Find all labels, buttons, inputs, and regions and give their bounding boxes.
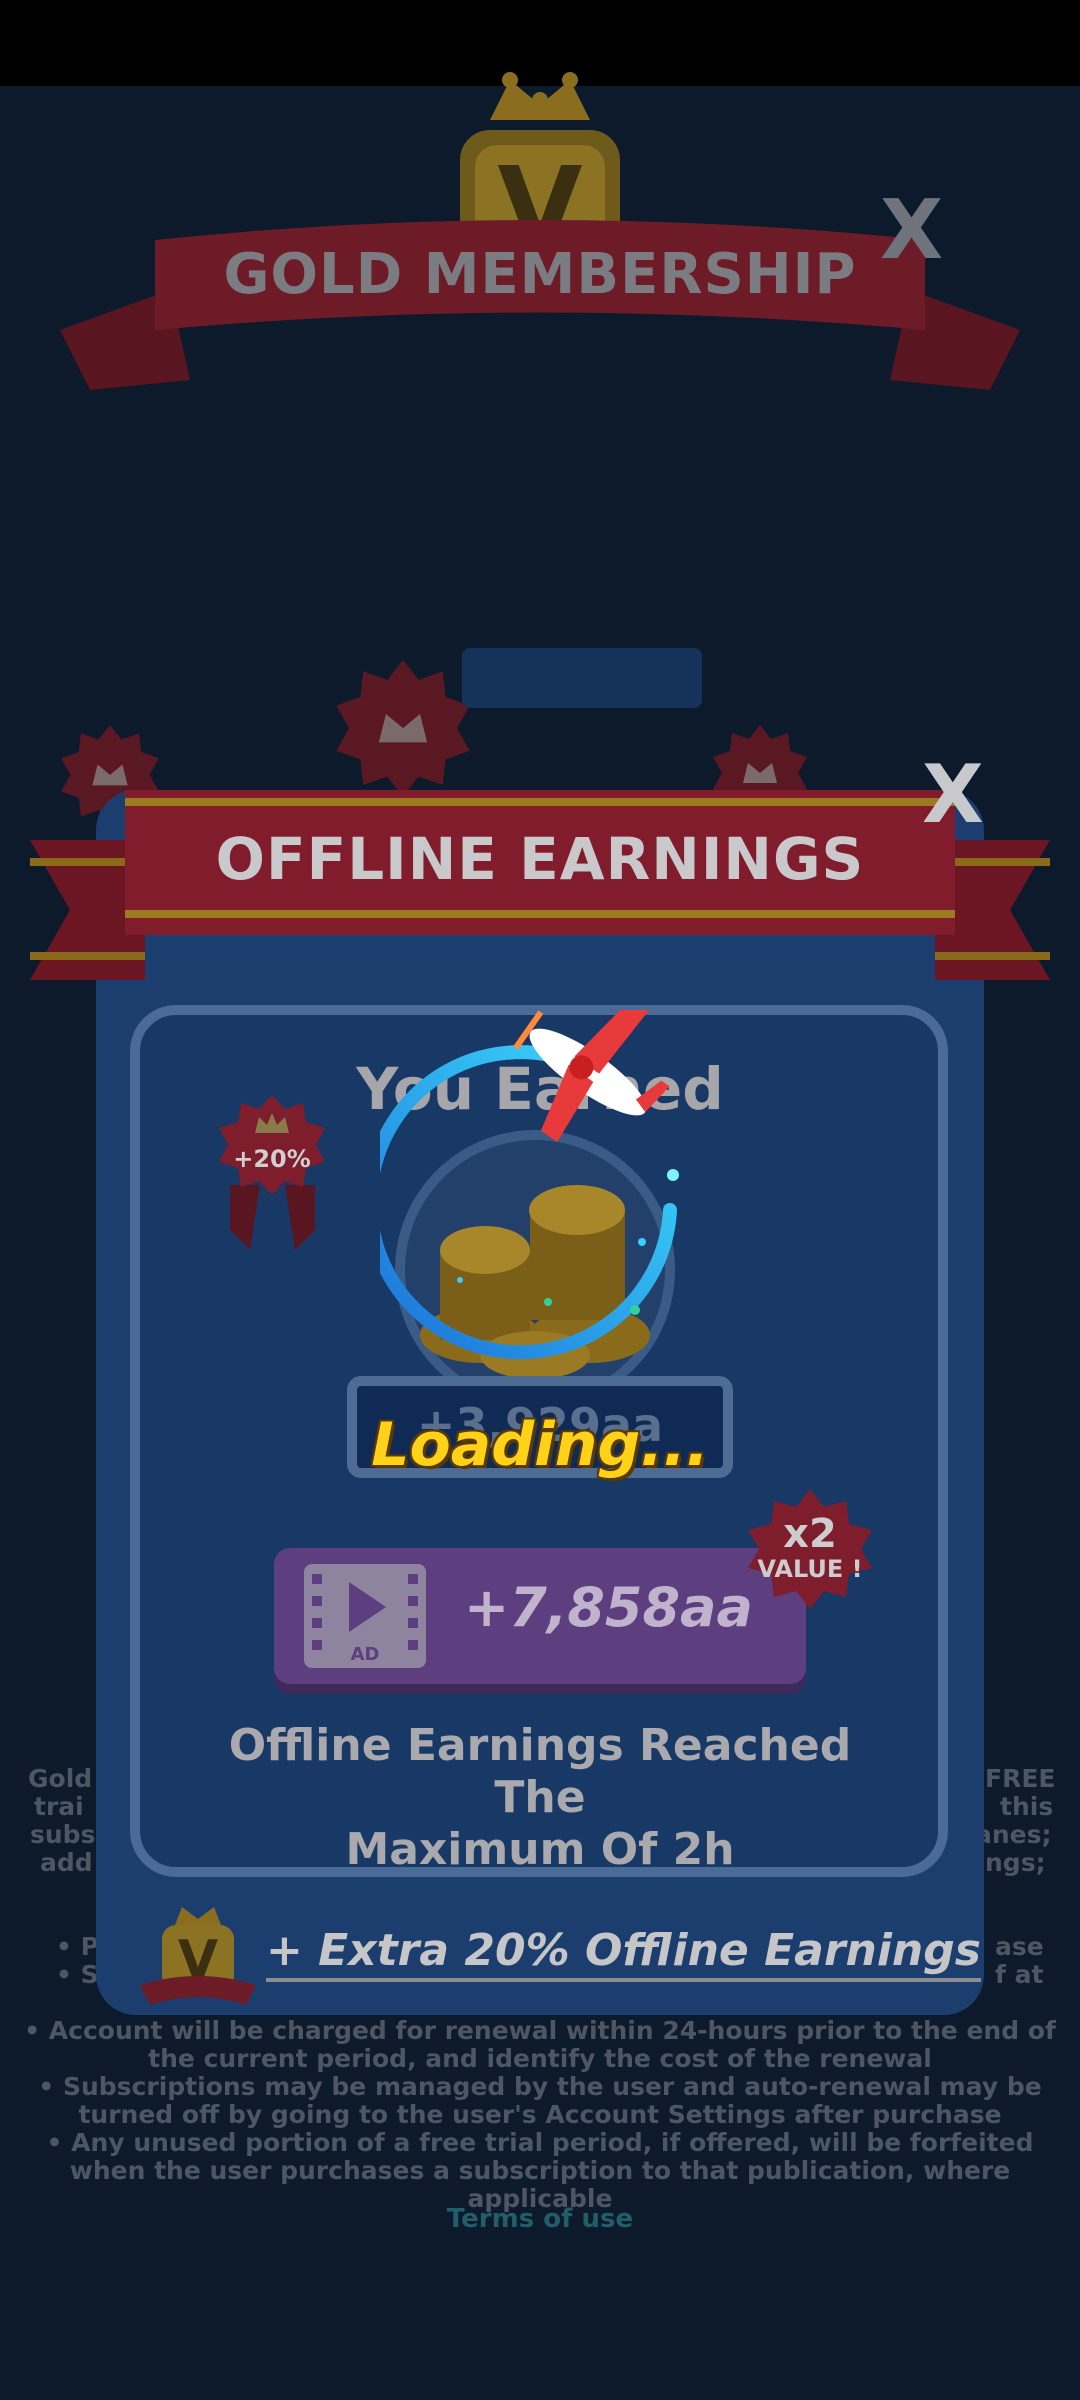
terms-fragment: subs bbox=[30, 1820, 96, 1849]
ad-reward-amount: +7,858aa bbox=[464, 1576, 753, 1639]
terms-line: • Account will be charged for renewal wi… bbox=[24, 2016, 1056, 2045]
terms-fragment: • P bbox=[56, 1932, 100, 1961]
terms-fragment: add bbox=[40, 1848, 93, 1877]
terms-fragment: f at bbox=[995, 1960, 1044, 1989]
gold-membership-ribbon bbox=[60, 220, 1020, 390]
bonus-badge-label: +20% bbox=[233, 1145, 311, 1173]
terms-line: • Any unused portion of a free trial per… bbox=[46, 2128, 1034, 2157]
value-label: VALUE ! bbox=[757, 1555, 862, 1583]
terms-fragment: this bbox=[1000, 1792, 1054, 1821]
terms-fragment: trai bbox=[34, 1792, 84, 1821]
offline-earnings-title: OFFLINE EARNINGS bbox=[215, 825, 865, 893]
offline-earnings-close-button[interactable]: X bbox=[922, 755, 984, 835]
x2-value-badge: x2 VALUE ! bbox=[748, 1489, 872, 1609]
terms-line: • Subscriptions may be managed by the us… bbox=[38, 2072, 1042, 2101]
extra-earnings-label: + Extra 20% Offline Earnings bbox=[266, 1925, 981, 1982]
terms-fragment: FREE bbox=[985, 1764, 1056, 1793]
terms-fragment: ngs; bbox=[985, 1848, 1046, 1877]
ad-icon-label: AD bbox=[351, 1644, 380, 1665]
terms-line: the current period, and identify the cos… bbox=[148, 2044, 932, 2073]
loading-spinner-plane-icon bbox=[380, 1010, 679, 1360]
terms-line: turned off by going to the user's Accoun… bbox=[78, 2100, 1002, 2129]
max-offline-notice: Offline Earnings Reached The Maximum Of … bbox=[180, 1720, 900, 1876]
terms-fragment: anes; bbox=[975, 1820, 1052, 1849]
watch-ad-double-button[interactable]: AD +7,858aa bbox=[274, 1548, 806, 1684]
bonus-20-percent-badge: +20% bbox=[219, 1095, 325, 1250]
gold-membership-close-button[interactable]: X bbox=[880, 190, 943, 272]
terms-of-use-link[interactable]: Terms of use bbox=[0, 2204, 1080, 2234]
max-offline-notice-line1: Offline Earnings Reached The bbox=[228, 1720, 852, 1823]
video-ad-icon: AD bbox=[304, 1564, 426, 1668]
vip-crest-icon: V bbox=[140, 1907, 256, 2005]
terms-fragment: Gold bbox=[28, 1764, 93, 1793]
loading-label: Loading... bbox=[371, 1410, 709, 1480]
x2-label: x2 bbox=[783, 1511, 837, 1557]
max-offline-notice-line2: Maximum Of 2h bbox=[345, 1824, 735, 1875]
background-panel-tab bbox=[462, 648, 702, 708]
terms-fragment: ase bbox=[995, 1932, 1044, 1961]
terms-line: when the user purchases a subscription t… bbox=[69, 2156, 1011, 2185]
